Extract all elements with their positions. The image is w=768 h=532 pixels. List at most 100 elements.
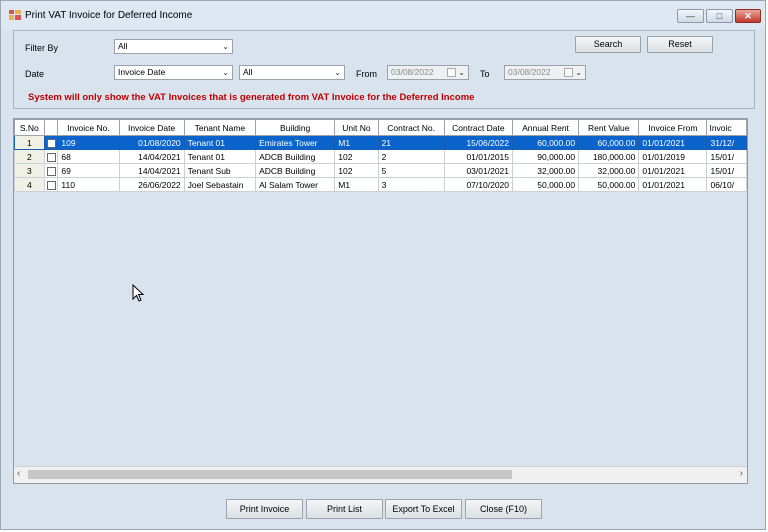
reset-button[interactable]: Reset — [647, 36, 713, 53]
cell-tenant-name: Tenant Sub — [183, 163, 257, 178]
scroll-right-icon[interactable]: › — [740, 468, 743, 479]
cell-building: ADCB Building — [255, 163, 336, 178]
col-tenant-name[interactable]: Tenant Name — [183, 119, 257, 136]
cell-unit-no: 102 — [334, 163, 379, 178]
cell-building: Al Salam Tower — [255, 177, 336, 192]
table-row[interactable]: 1 109 01/08/2020 Tenant 01 Emirates Towe… — [14, 135, 747, 150]
header-row: S.No Invoice No. Invoice Date Tenant Nam… — [14, 119, 747, 136]
cell-contract-date: 03/01/2021 — [443, 163, 514, 178]
cell-invoice-no: 69 — [57, 163, 120, 178]
cell-building: ADCB Building — [255, 149, 336, 164]
scrollbar-thumb[interactable] — [28, 470, 512, 479]
row-checkbox[interactable] — [43, 149, 59, 164]
main-window: Print VAT Invoice for Deferred Income — … — [0, 0, 766, 530]
col-invoice-no[interactable]: Invoice No. — [57, 119, 120, 136]
from-date-picker[interactable]: 03/08/2022 ⌄ — [387, 65, 469, 80]
checkbox-icon — [46, 166, 56, 176]
search-button[interactable]: Search — [575, 36, 641, 53]
cell-invoice-date: 26/06/2022 — [118, 177, 185, 192]
cell-rent-value: 32,000.00 — [578, 163, 640, 178]
col-contract-date[interactable]: Contract Date — [443, 119, 514, 136]
to-label: To — [480, 69, 490, 79]
date-label: Date — [25, 69, 45, 79]
col-rent-value[interactable]: Rent Value — [578, 119, 640, 136]
from-date-value: 03/08/2022 — [391, 67, 434, 77]
date-type-value: Invoice Date — [118, 67, 166, 77]
horizontal-scrollbar[interactable]: ‹ › — [14, 466, 747, 483]
filter-by-label: Filter By — [25, 43, 59, 53]
to-date-picker[interactable]: 03/08/2022 ⌄ — [504, 65, 586, 80]
cell-unit-no: 102 — [334, 149, 379, 164]
row-checkbox[interactable] — [43, 177, 59, 192]
cell-building: Emirates Tower — [255, 135, 336, 150]
col-annual-rent[interactable]: Annual Rent — [511, 119, 580, 136]
cell-unit-no: M1 — [334, 135, 379, 150]
maximize-icon: □ — [716, 11, 723, 21]
cell-invoice-no: 109 — [57, 135, 120, 150]
close-window-button[interactable]: ✕ — [735, 9, 761, 23]
cell-annual-rent: 50,000.00 — [511, 177, 580, 192]
export-excel-button[interactable]: Export To Excel — [385, 499, 462, 519]
col-building[interactable]: Building — [255, 119, 336, 136]
table-row[interactable]: 2 68 14/04/2021 Tenant 01 ADCB Building … — [14, 149, 747, 164]
cell-contract-date: 01/01/2015 — [443, 149, 514, 164]
cell-invoice-no: 68 — [57, 149, 120, 164]
cell-contract-date: 15/06/2022 — [443, 135, 514, 150]
calendar-icon — [564, 68, 573, 77]
minimize-button[interactable]: — — [677, 9, 704, 23]
cell-contract-date: 07/10/2020 — [443, 177, 514, 192]
cell-rent-value: 50,000.00 — [578, 177, 640, 192]
to-date-value: 03/08/2022 — [508, 67, 551, 77]
chevron-down-icon: ⌄ — [222, 42, 229, 51]
col-contract-no[interactable]: Contract No. — [377, 119, 445, 136]
cell-annual-rent: 90,000.00 — [511, 149, 580, 164]
scroll-left-icon[interactable]: ‹ — [17, 468, 20, 479]
col-unit-no[interactable]: Unit No — [334, 119, 379, 136]
chevron-down-icon: ⌄ — [458, 68, 465, 77]
cell-annual-rent: 32,000.00 — [511, 163, 580, 178]
date-range-value: All — [243, 67, 253, 77]
cell-tenant-name: Joel Sebastain — [183, 177, 257, 192]
cell-invoice-from: 01/01/2019 — [638, 149, 708, 164]
print-list-button[interactable]: Print List — [306, 499, 383, 519]
from-label: From — [356, 69, 377, 79]
table-row[interactable]: 3 69 14/04/2021 Tenant Sub ADCB Building… — [14, 163, 747, 178]
title-bar[interactable]: Print VAT Invoice for Deferred Income — … — [1, 1, 765, 29]
filter-by-select[interactable]: All ⌄ — [114, 39, 233, 54]
cell-invoice-date: 01/08/2020 — [118, 135, 185, 150]
close-icon: ✕ — [744, 10, 752, 21]
app-icon — [9, 10, 21, 20]
date-range-select[interactable]: All ⌄ — [239, 65, 345, 80]
cell-invoice-date: 14/04/2021 — [118, 149, 185, 164]
filter-by-value: All — [118, 41, 128, 51]
invoice-grid[interactable]: S.No Invoice No. Invoice Date Tenant Nam… — [13, 118, 748, 484]
row-checkbox[interactable] — [43, 163, 59, 178]
cell-unit-no: M1 — [334, 177, 379, 192]
maximize-button[interactable]: □ — [706, 9, 733, 23]
col-select[interactable] — [43, 119, 59, 136]
cell-tenant-name: Tenant 01 — [183, 135, 257, 150]
cell-contract-no: 2 — [377, 149, 445, 164]
col-invoice-date[interactable]: Invoice Date — [118, 119, 185, 136]
table-row[interactable]: 4 110 26/06/2022 Joel Sebastain Al Salam… — [14, 177, 747, 192]
cell-invoice-to: 15/01/ — [706, 163, 747, 178]
chevron-down-icon: ⌄ — [575, 68, 582, 77]
cell-contract-no: 3 — [377, 177, 445, 192]
row-number: 3 — [14, 163, 45, 178]
col-invoice-from[interactable]: Invoice From — [638, 119, 708, 136]
row-number: 1 — [14, 135, 45, 150]
cell-invoice-from: 01/01/2021 — [638, 177, 708, 192]
print-invoice-button[interactable]: Print Invoice — [226, 499, 303, 519]
col-invoice-to[interactable]: Invoic — [706, 119, 747, 136]
col-sno[interactable]: S.No — [14, 119, 45, 136]
cell-invoice-date: 14/04/2021 — [118, 163, 185, 178]
row-number: 2 — [14, 149, 45, 164]
row-checkbox[interactable] — [43, 135, 59, 150]
cell-invoice-to: 06/10/ — [706, 177, 747, 192]
date-type-select[interactable]: Invoice Date ⌄ — [114, 65, 233, 80]
chevron-down-icon: ⌄ — [222, 68, 229, 77]
chevron-down-icon: ⌄ — [334, 68, 341, 77]
close-button[interactable]: Close (F10) — [465, 499, 542, 519]
calendar-icon — [447, 68, 456, 77]
window-title: Print VAT Invoice for Deferred Income — [25, 10, 193, 21]
